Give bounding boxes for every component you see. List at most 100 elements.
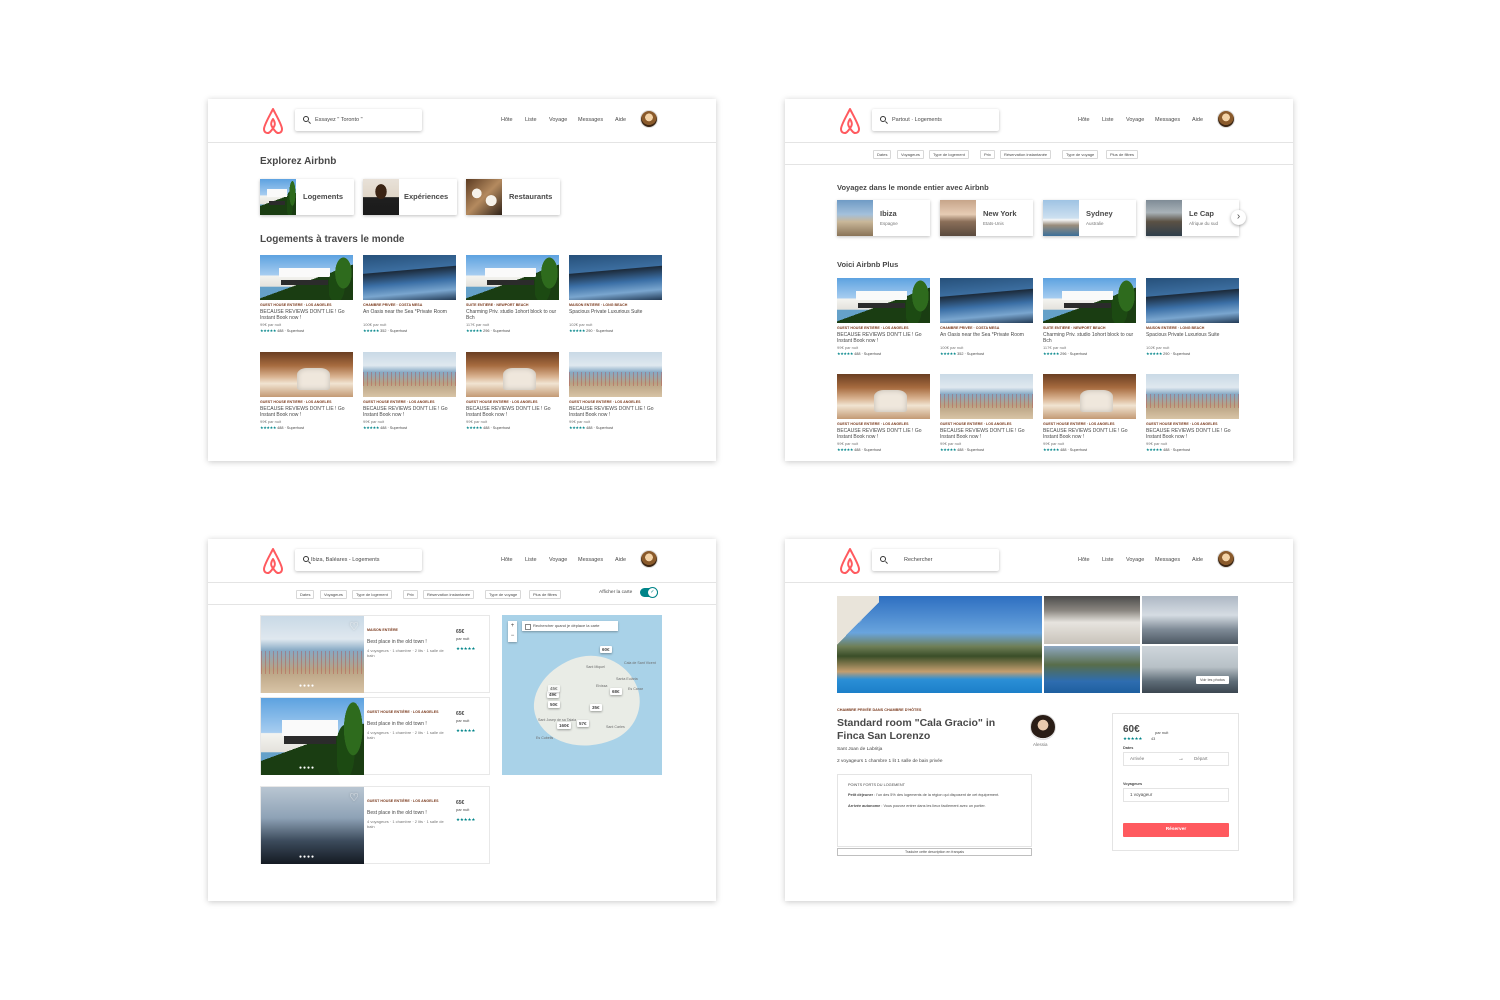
- nav-list[interactable]: Liste: [1102, 117, 1114, 123]
- filter-dates[interactable]: Dates: [296, 590, 315, 599]
- listing-card[interactable]: SUITE ENTIÈRE · NEWPORT BEACH Charming Pr…: [1043, 278, 1136, 356]
- list-item[interactable]: ♡ ●●●● GUEST HOUSE ENTIÈRE · LOS ANGELES …: [260, 697, 490, 775]
- zoom-in-icon[interactable]: +: [508, 621, 517, 631]
- nav-host[interactable]: Hôte: [501, 557, 513, 563]
- gallery-photo-main[interactable]: [837, 596, 1042, 693]
- host-avatar[interactable]: [1030, 714, 1056, 740]
- listing-card[interactable]: GUEST HOUSE ENTIÈRE · LOS ANGELES BECAUSE…: [466, 352, 559, 430]
- carousel-dots[interactable]: ●●●●: [299, 854, 315, 860]
- chevron-right-icon[interactable]: ›: [1231, 210, 1246, 225]
- listing-card[interactable]: GUEST HOUSE ENTIÈRE · LOS ANGELES BECAUSE…: [837, 278, 930, 356]
- gallery-photo[interactable]: [1044, 596, 1140, 644]
- price-pin[interactable]: 35€: [590, 704, 602, 711]
- list-item[interactable]: ♡ ●●●● MAISON ENTIÈRE Best place in the o…: [260, 615, 490, 693]
- travelers-select[interactable]: 1 voyageur: [1123, 788, 1229, 802]
- category-card-experiences[interactable]: Expériences: [363, 179, 457, 215]
- listing-card[interactable]: GUEST HOUSE ENTIÈRE · LOS ANGELES BECAUSE…: [260, 255, 353, 333]
- airbnb-logo-icon[interactable]: [260, 107, 286, 135]
- nav-messages[interactable]: Messages: [578, 557, 603, 563]
- price-pin[interactable]: 57€: [577, 720, 589, 727]
- view-photos-button[interactable]: Voir les photos: [1196, 676, 1229, 684]
- filter-price[interactable]: Prix: [980, 150, 995, 159]
- map[interactable]: + − Rechercher quand je déplace la carte …: [502, 615, 662, 775]
- carousel-dots[interactable]: ●●●●: [299, 765, 315, 771]
- nav-list[interactable]: Liste: [525, 117, 537, 123]
- nav-host[interactable]: Hôte: [1078, 557, 1090, 563]
- book-button[interactable]: Réserver: [1123, 823, 1229, 837]
- heart-icon[interactable]: ♡: [349, 620, 359, 633]
- nav-list[interactable]: Liste: [1102, 557, 1114, 563]
- price-pin[interactable]: 60€: [600, 646, 612, 653]
- search-input[interactable]: Rechercher: [872, 549, 999, 571]
- gallery-photo[interactable]: [1142, 646, 1238, 693]
- avatar[interactable]: [640, 550, 658, 568]
- arrival-input[interactable]: Arrivée: [1130, 756, 1144, 761]
- nav-trip[interactable]: Voyage: [1126, 557, 1144, 563]
- city-card-ibiza[interactable]: Ibiza Espagne: [837, 200, 930, 236]
- gallery-photo[interactable]: [1044, 646, 1140, 693]
- filter-more[interactable]: Plus de filtres: [529, 590, 562, 599]
- category-card-restaurants[interactable]: Restaurants: [466, 179, 560, 215]
- photo-gallery[interactable]: Voir les photos: [837, 596, 1238, 693]
- filter-dates[interactable]: Dates: [873, 150, 892, 159]
- nav-messages[interactable]: Messages: [1155, 117, 1180, 123]
- zoom-out-icon[interactable]: −: [508, 631, 517, 641]
- airbnb-logo-icon[interactable]: [260, 547, 286, 575]
- search-input[interactable]: Essayez " Toronto ": [295, 109, 422, 131]
- listing-card[interactable]: MAISON ENTIÈRE · LONG BEACH Spacious Priv…: [1146, 278, 1239, 356]
- listing-card[interactable]: GUEST HOUSE ENTIÈRE · LOS ANGELES BECAUSE…: [940, 374, 1033, 452]
- dates-field[interactable]: Arrivée → Départ: [1123, 752, 1229, 766]
- listing-card[interactable]: GUEST HOUSE ENTIÈRE · LOS ANGELES BECAUSE…: [363, 352, 456, 430]
- translate-button[interactable]: Traduire cette description en français: [837, 848, 1032, 856]
- heart-icon[interactable]: ♡: [349, 702, 359, 715]
- filter-travelers[interactable]: Voyageurs: [897, 150, 924, 159]
- nav-trip[interactable]: Voyage: [549, 557, 567, 563]
- listing-card[interactable]: CHAMBRE PRIVÉE · COSTA MESA An Oasis near…: [940, 278, 1033, 356]
- listing-card[interactable]: CHAMBRE PRIVÉE · COSTA MESA An Oasis near…: [363, 255, 456, 333]
- filter-trip-type[interactable]: Type de voyage: [1062, 150, 1099, 159]
- nav-trip[interactable]: Voyage: [549, 117, 567, 123]
- search-input[interactable]: Ibiza, Baléares - Logements: [295, 549, 422, 571]
- filter-instant-book[interactable]: Réservation instantanée: [423, 590, 475, 599]
- listing-card[interactable]: GUEST HOUSE ENTIÈRE · LOS ANGELES BECAUSE…: [1146, 374, 1239, 452]
- search-input[interactable]: Partout · Logements: [872, 109, 999, 131]
- nav-host[interactable]: Hôte: [501, 117, 513, 123]
- airbnb-logo-icon[interactable]: [837, 107, 863, 135]
- listing-card[interactable]: SUITE ENTIÈRE · NEWPORT BEACH Charming Pr…: [466, 255, 559, 333]
- nav-messages[interactable]: Messages: [1155, 557, 1180, 563]
- list-item[interactable]: ♡ ●●●● GUEST HOUSE ENTIÈRE · LOS ANGELES …: [260, 786, 490, 864]
- avatar[interactable]: [1217, 550, 1235, 568]
- departure-input[interactable]: Départ: [1194, 753, 1208, 765]
- nav-help[interactable]: Aide: [615, 117, 626, 123]
- listing-card[interactable]: MAISON ENTIÈRE · LONG BEACH Spacious Priv…: [569, 255, 662, 333]
- heart-icon[interactable]: ♡: [349, 791, 359, 804]
- avatar[interactable]: [1217, 110, 1235, 128]
- city-card-new-york[interactable]: New York Etats-Unis: [940, 200, 1033, 236]
- avatar[interactable]: [640, 110, 658, 128]
- airbnb-logo-icon[interactable]: [837, 547, 863, 575]
- filter-more[interactable]: Plus de filtres: [1106, 150, 1139, 159]
- category-card-homes[interactable]: Logements: [260, 179, 354, 215]
- city-card-sydney[interactable]: Sydney Australie: [1043, 200, 1136, 236]
- filter-home-type[interactable]: Type de logement: [929, 150, 969, 159]
- listing-card[interactable]: GUEST HOUSE ENTIÈRE · LOS ANGELES BECAUSE…: [837, 374, 930, 452]
- nav-help[interactable]: Aide: [1192, 117, 1203, 123]
- carousel-dots[interactable]: ●●●●: [299, 683, 315, 689]
- nav-trip[interactable]: Voyage: [1126, 117, 1144, 123]
- map-toggle[interactable]: [640, 587, 658, 598]
- filter-trip-type[interactable]: Type de voyage: [485, 590, 522, 599]
- price-pin[interactable]: 160€: [557, 722, 572, 729]
- gallery-photo[interactable]: [1142, 596, 1238, 644]
- nav-list[interactable]: Liste: [525, 557, 537, 563]
- map-search-checkbox[interactable]: Rechercher quand je déplace la carte: [522, 621, 618, 631]
- filter-travelers[interactable]: Voyageurs: [320, 590, 347, 599]
- nav-help[interactable]: Aide: [1192, 557, 1203, 563]
- price-pin[interactable]: 45€: [548, 685, 560, 692]
- zoom-control[interactable]: + −: [508, 621, 517, 642]
- listing-card[interactable]: GUEST HOUSE ENTIÈRE · LOS ANGELES BECAUSE…: [260, 352, 353, 430]
- price-pin[interactable]: 68€: [610, 688, 622, 695]
- listing-card[interactable]: GUEST HOUSE ENTIÈRE · LOS ANGELES BECAUSE…: [1043, 374, 1136, 452]
- filter-home-type[interactable]: Type de logement: [352, 590, 392, 599]
- filter-price[interactable]: Prix: [403, 590, 418, 599]
- nav-help[interactable]: Aide: [615, 557, 626, 563]
